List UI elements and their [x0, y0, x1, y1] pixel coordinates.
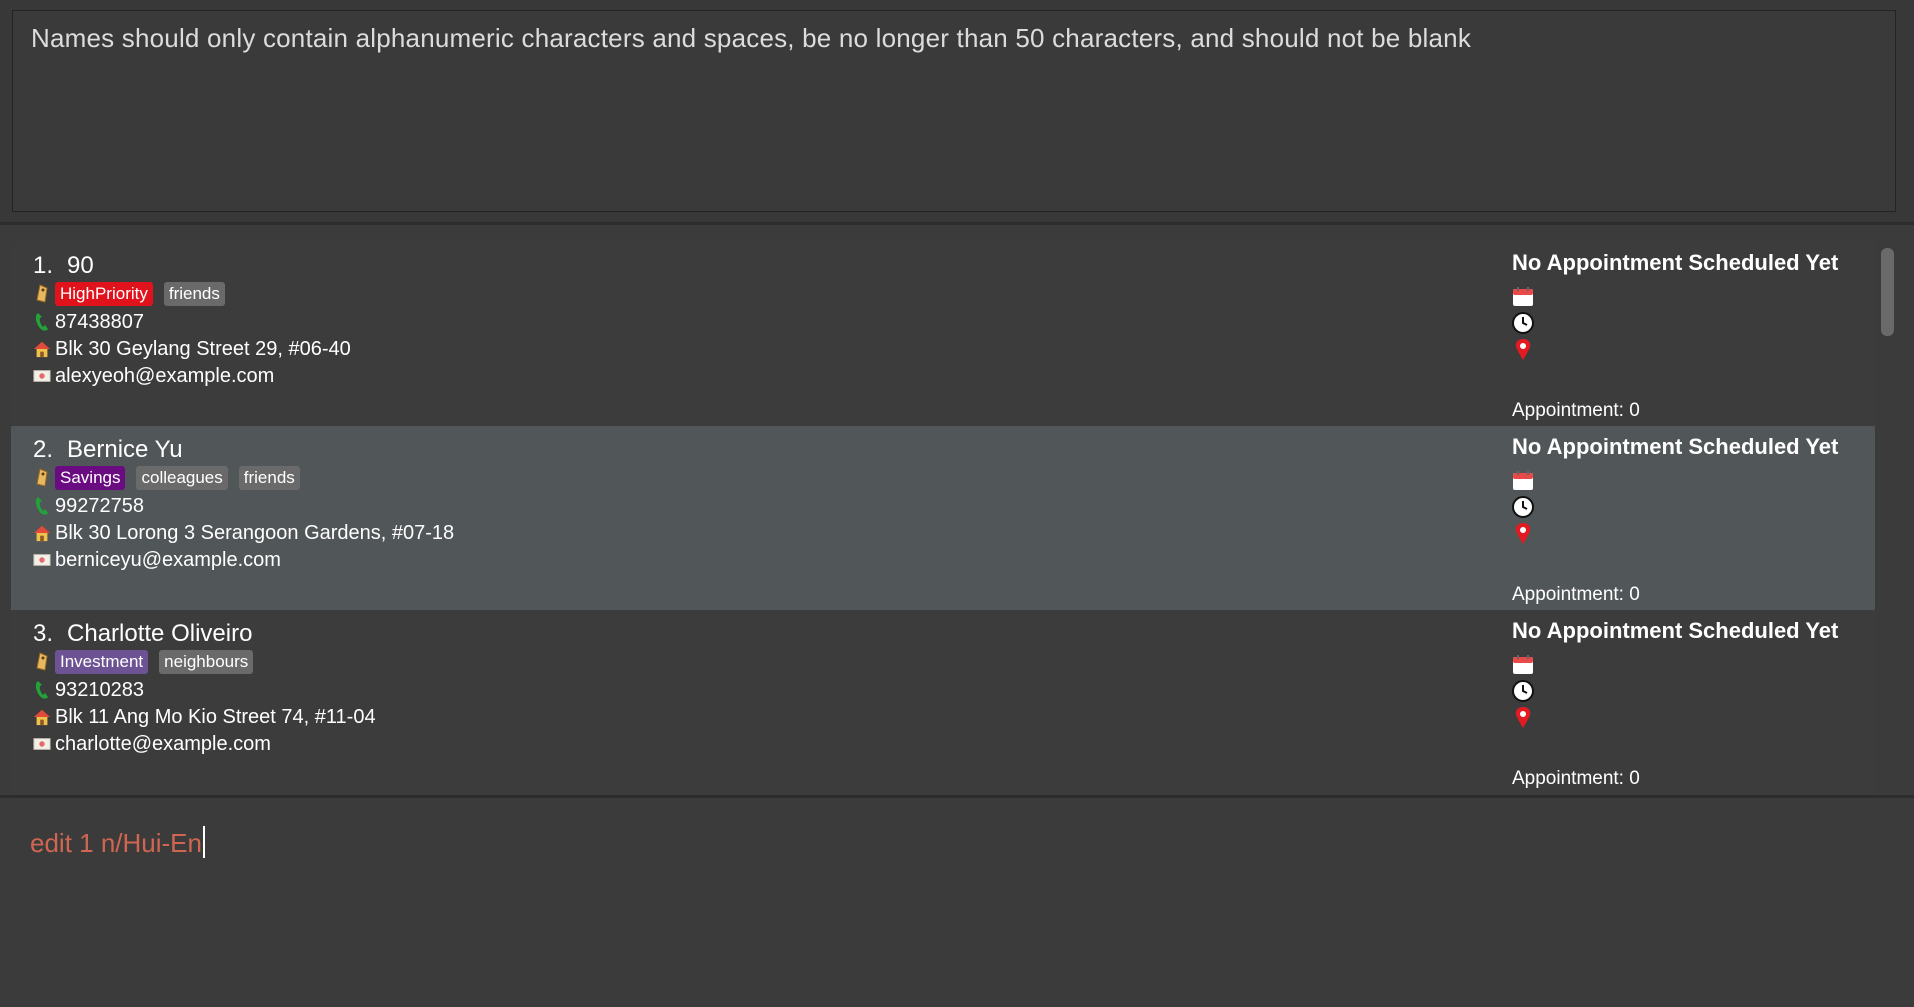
email: alexyeoh@example.com	[55, 364, 275, 387]
tag-badge: friends	[163, 282, 225, 306]
appointment-count: Appointment: 0	[1512, 584, 1640, 605]
appointment-title: No Appointment Scheduled Yet	[1512, 250, 1839, 275]
tag-badge: friends	[238, 466, 300, 490]
email: charlotte@example.com	[55, 732, 271, 755]
appointment-info: No Appointment Scheduled Yet Appointment…	[1512, 434, 1839, 605]
tag-badge: neighbours	[159, 650, 254, 674]
person-name-line: 1. 90	[33, 252, 94, 280]
tag-row: Savings colleagues friends	[33, 465, 311, 491]
command-input[interactable]: edit 1 n/Hui-En	[30, 826, 205, 859]
tag-badge: HighPriority	[55, 282, 153, 306]
address-row: Blk 30 Lorong 3 Serangoon Gardens, #07-1…	[33, 520, 454, 546]
tag-badge: colleagues	[136, 466, 228, 490]
address: Blk 30 Geylang Street 29, #06-40	[55, 337, 351, 360]
phone-number: 99272758	[55, 494, 144, 517]
person-index: 3.	[33, 620, 54, 647]
clock-icon	[1512, 496, 1534, 518]
phone-number: 87438807	[55, 310, 144, 333]
person-name-line: 3. Charlotte Oliveiro	[33, 620, 252, 648]
appointment-info: No Appointment Scheduled Yet Appointment…	[1512, 250, 1839, 421]
appointment-info: No Appointment Scheduled Yet Appointment…	[1512, 618, 1839, 789]
result-display[interactable]: Names should only contain alphanumeric c…	[12, 10, 1896, 212]
person-name: Charlotte Oliveiro	[67, 620, 253, 647]
envelope-icon	[33, 733, 51, 755]
person-index: 2.	[33, 436, 54, 463]
text-caret	[202, 826, 205, 858]
command-box[interactable]: edit 1 n/Hui-En	[0, 798, 1914, 869]
email: berniceyu@example.com	[55, 548, 281, 571]
appointment-title: No Appointment Scheduled Yet	[1512, 434, 1839, 459]
address: Blk 30 Lorong 3 Serangoon Gardens, #07-1…	[55, 521, 455, 544]
phone-icon	[33, 495, 51, 517]
location-pin-icon	[1512, 338, 1534, 360]
command-input-value: edit 1 n/Hui-En	[30, 828, 202, 858]
tag-row: Investment neighbours	[33, 649, 264, 675]
person-name: Bernice Yu	[67, 436, 183, 463]
address: Blk 11 Ang Mo Kio Street 74, #11-04	[55, 705, 376, 728]
location-pin-icon	[1512, 522, 1534, 544]
email-row: alexyeoh@example.com	[33, 363, 274, 389]
house-icon	[33, 338, 51, 360]
email-row: charlotte@example.com	[33, 731, 271, 757]
person-card[interactable]: 3. Charlotte Oliveiro Investment neighbou…	[11, 610, 1875, 794]
person-name-line: 2. Bernice Yu	[33, 436, 183, 464]
calendar-icon	[1512, 654, 1534, 676]
phone-row: 87438807	[33, 309, 144, 335]
tag-row: HighPriority friends	[33, 281, 236, 307]
tag-icon	[33, 651, 51, 673]
envelope-icon	[33, 549, 51, 571]
calendar-icon	[1512, 470, 1534, 492]
phone-row: 93210283	[33, 677, 144, 703]
calendar-icon	[1512, 286, 1534, 308]
tag-badge: Investment	[55, 650, 149, 674]
person-name: 90	[67, 252, 94, 279]
person-index: 1.	[33, 252, 54, 279]
phone-number: 93210283	[55, 678, 144, 701]
location-pin-icon	[1512, 706, 1534, 728]
result-message: Names should only contain alphanumeric c…	[31, 23, 1472, 53]
person-card[interactable]: 2. Bernice Yu Savings colleagues friends …	[11, 426, 1875, 610]
clock-icon	[1512, 680, 1534, 702]
appointment-count: Appointment: 0	[1512, 400, 1640, 421]
person-list[interactable]: 1.90 HighPriority friends 87438807 Blk	[11, 242, 1875, 1007]
tag-icon	[33, 283, 51, 305]
clock-icon	[1512, 312, 1534, 334]
phone-icon	[33, 679, 51, 701]
phone-row: 99272758	[33, 493, 144, 519]
appointment-count: Appointment: 0	[1512, 768, 1640, 789]
envelope-icon	[33, 365, 51, 387]
tag-badge: Savings	[55, 466, 126, 490]
appointment-title: No Appointment Scheduled Yet	[1512, 618, 1839, 643]
house-icon	[33, 522, 51, 544]
email-row: berniceyu@example.com	[33, 547, 281, 573]
result-display-panel: Names should only contain alphanumeric c…	[0, 0, 1914, 222]
list-scrollbar-thumb[interactable]	[1881, 248, 1894, 336]
tag-icon	[33, 467, 51, 489]
address-row: Blk 11 Ang Mo Kio Street 74, #11-04	[33, 704, 376, 730]
phone-icon	[33, 311, 51, 333]
address-row: Blk 30 Geylang Street 29, #06-40	[33, 336, 351, 362]
person-list-panel: 1.90 HighPriority friends 87438807 Blk	[0, 225, 1914, 795]
house-icon	[33, 706, 51, 728]
person-card[interactable]: 1.90 HighPriority friends 87438807 Blk	[11, 242, 1875, 426]
